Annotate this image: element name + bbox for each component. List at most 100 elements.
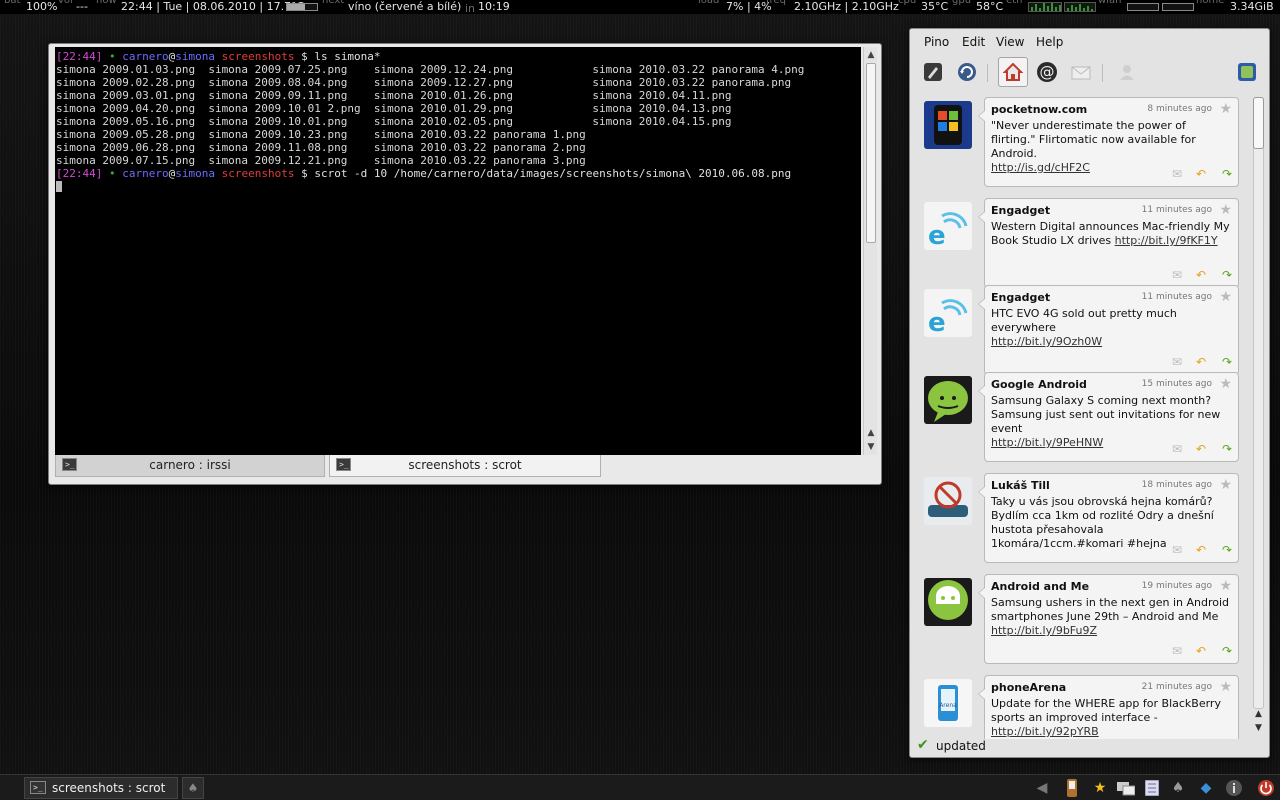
menu-help[interactable]: Help bbox=[1036, 35, 1063, 49]
retweet-icon[interactable]: ↷ bbox=[1222, 645, 1232, 657]
timeline-scrollbar[interactable]: ▲ ▼ bbox=[1251, 97, 1265, 739]
bat-label: bat bbox=[4, 0, 21, 6]
scroll-up-icon[interactable]: ▲ bbox=[866, 50, 876, 60]
back-icon[interactable]: ◀ bbox=[1032, 778, 1052, 798]
terminal-scrollbar[interactable]: ▲ ▲ ▼ bbox=[863, 47, 877, 455]
power-icon[interactable] bbox=[1256, 778, 1276, 798]
output-line: simona 2009.07.15.png simona 2009.12.21.… bbox=[56, 154, 586, 167]
timeline[interactable]: pocketnow.com 8 minutes ago ★ "Never und… bbox=[916, 97, 1246, 739]
phone-icon[interactable] bbox=[1062, 778, 1082, 798]
tweet-link[interactable]: http://bit.ly/9PeHNW bbox=[991, 436, 1103, 449]
next-event: víno (červené a bílé) bbox=[348, 0, 462, 13]
tweet-time: 18 minutes ago bbox=[1141, 480, 1212, 490]
scroll-up-icon[interactable]: ▲ bbox=[1253, 709, 1264, 719]
tweet-item[interactable]: Google Android 15 minutes ago ★ Samsung … bbox=[916, 372, 1246, 464]
message-icon[interactable]: ✉ bbox=[1172, 645, 1182, 657]
retweet-icon[interactable]: ↷ bbox=[1222, 544, 1232, 556]
favorite-star-icon[interactable]: ★ bbox=[1219, 578, 1232, 594]
terminal-screen[interactable]: [22:44] • carnero@simona screenshots $ l… bbox=[55, 47, 861, 455]
phonearena-avatar[interactable]: Arena bbox=[924, 679, 972, 727]
gpu-label: gpu bbox=[952, 0, 972, 6]
reply-icon[interactable]: ↶ bbox=[1196, 443, 1206, 455]
android-and-me-avatar[interactable] bbox=[924, 578, 972, 626]
tweet-link[interactable]: http://is.gd/cHF2C bbox=[991, 161, 1090, 174]
freq-value: 2.10GHz | 2.10GHz bbox=[794, 0, 899, 13]
home-disk-value: 3.34GiB bbox=[1230, 0, 1274, 13]
favorite-star-icon[interactable]: ★ bbox=[1219, 477, 1232, 493]
scroll-down-icon[interactable]: ▼ bbox=[866, 442, 876, 452]
volume-value: --- bbox=[76, 0, 88, 13]
tweet-text: Western Digital announces Mac-friendly M… bbox=[991, 220, 1230, 247]
reply-icon[interactable]: ↶ bbox=[1196, 168, 1206, 180]
svg-text:@: @ bbox=[1040, 63, 1055, 81]
home-timeline-button[interactable] bbox=[998, 57, 1028, 87]
favorite-star-icon[interactable]: ★ bbox=[1219, 679, 1232, 695]
retweet-icon[interactable]: ↷ bbox=[1222, 168, 1232, 180]
mentions-button[interactable]: @ bbox=[1032, 57, 1062, 87]
taskbar-button-scrot[interactable]: >_ screenshots : scrot bbox=[24, 777, 178, 799]
engadget-avatar[interactable]: e bbox=[924, 289, 972, 337]
scroll-down-icon[interactable]: ▼ bbox=[1253, 723, 1264, 733]
favorite-star-icon[interactable]: ★ bbox=[1219, 202, 1232, 218]
google-android-avatar[interactable] bbox=[924, 376, 972, 424]
engadget-avatar[interactable]: e bbox=[924, 202, 972, 250]
retweet-icon[interactable]: ↷ bbox=[1222, 356, 1232, 368]
message-icon[interactable]: ✉ bbox=[1172, 544, 1182, 556]
wlan-label: wlan bbox=[1098, 0, 1122, 6]
tweet-link[interactable]: http://bit.ly/9bFu9Z bbox=[991, 624, 1097, 637]
star-icon[interactable]: ★ bbox=[1090, 778, 1110, 798]
message-icon[interactable]: ✉ bbox=[1172, 269, 1182, 281]
gpu-temp: 58°C bbox=[976, 0, 1004, 13]
tweet-link[interactable]: http://bit.ly/9fKF1Y bbox=[1115, 234, 1218, 247]
pino-window[interactable]: Pino Edit View Help @ pocketnow.com 8 mi… bbox=[909, 28, 1270, 758]
scrollbar-track[interactable] bbox=[1253, 97, 1264, 709]
message-icon[interactable]: ✉ bbox=[1172, 356, 1182, 368]
tweet-item[interactable]: Arena phoneArena 21 minutes ago ★ Update… bbox=[916, 675, 1246, 739]
tweet-bubble: phoneArena 21 minutes ago ★ Update for t… bbox=[978, 675, 1239, 739]
retweet-icon[interactable]: ↷ bbox=[1222, 443, 1232, 455]
tab-irssi[interactable]: >_ carnero : irssi bbox=[55, 455, 325, 477]
reply-icon[interactable]: ↶ bbox=[1196, 544, 1206, 556]
favorite-star-icon[interactable]: ★ bbox=[1219, 376, 1232, 392]
preferences-button[interactable] bbox=[1232, 57, 1262, 87]
retweet-icon[interactable]: ↷ bbox=[1222, 269, 1232, 281]
menu-edit[interactable]: Edit bbox=[962, 35, 985, 49]
pocketnow-avatar[interactable] bbox=[924, 101, 972, 149]
info-icon[interactable] bbox=[1224, 778, 1244, 798]
refresh-button[interactable] bbox=[952, 57, 982, 87]
vol-label: vol bbox=[58, 0, 73, 6]
reply-icon[interactable]: ↶ bbox=[1196, 356, 1206, 368]
reply-icon[interactable]: ↶ bbox=[1196, 269, 1206, 281]
reply-icon[interactable]: ↶ bbox=[1196, 645, 1206, 657]
tweet-link[interactable]: http://bit.ly/92pYRB bbox=[991, 725, 1099, 738]
taskbar: >_ screenshots : scrot ♠ ◀ ★ ♠ ◆ bbox=[0, 774, 1280, 800]
dropbox-icon[interactable]: ◆ bbox=[1196, 778, 1216, 798]
menu-pino[interactable]: Pino bbox=[924, 35, 949, 49]
favorite-star-icon[interactable]: ★ bbox=[1219, 289, 1232, 305]
favorite-star-icon[interactable]: ★ bbox=[1219, 101, 1232, 117]
menu-view[interactable]: View bbox=[996, 35, 1024, 49]
terminal-window[interactable]: [22:44] • carnero@simona screenshots $ l… bbox=[48, 43, 882, 485]
tweet-link[interactable]: http://bit.ly/9Ozh0W bbox=[991, 335, 1102, 348]
tweet-item[interactable]: e Engadget 11 minutes ago ★ Western Digi… bbox=[916, 198, 1246, 290]
tab-scrot[interactable]: >_ screenshots : scrot bbox=[329, 455, 601, 477]
notes-icon[interactable] bbox=[1142, 778, 1162, 798]
tweet-item[interactable]: Lukáš Till 18 minutes ago ★ Taky u vás j… bbox=[916, 473, 1246, 565]
message-icon[interactable]: ✉ bbox=[1172, 168, 1182, 180]
network-icon[interactable] bbox=[1116, 778, 1136, 798]
lukas-till-avatar[interactable] bbox=[924, 477, 972, 525]
tweet-item[interactable]: e Engadget 11 minutes ago ★ HTC EVO 4G s… bbox=[916, 285, 1246, 377]
scrollbar-thumb[interactable] bbox=[866, 63, 876, 243]
user-button[interactable] bbox=[1112, 57, 1142, 87]
scroll-up-icon[interactable]: ▲ bbox=[866, 428, 876, 438]
tweet-time: 11 minutes ago bbox=[1141, 292, 1212, 302]
message-icon[interactable]: ✉ bbox=[1172, 443, 1182, 455]
compose-button[interactable] bbox=[918, 57, 948, 87]
taskbar-menu-button[interactable]: ♠ bbox=[182, 777, 204, 799]
direct-messages-button[interactable] bbox=[1066, 57, 1096, 87]
tweet-bubble: Engadget 11 minutes ago ★ HTC EVO 4G sol… bbox=[978, 285, 1239, 375]
pino-tray-icon[interactable]: ♠ bbox=[1168, 778, 1188, 798]
tweet-item[interactable]: Android and Me 19 minutes ago ★ Samsung … bbox=[916, 574, 1246, 666]
scrollbar-thumb[interactable] bbox=[1253, 97, 1264, 149]
tweet-item[interactable]: pocketnow.com 8 minutes ago ★ "Never und… bbox=[916, 97, 1246, 189]
